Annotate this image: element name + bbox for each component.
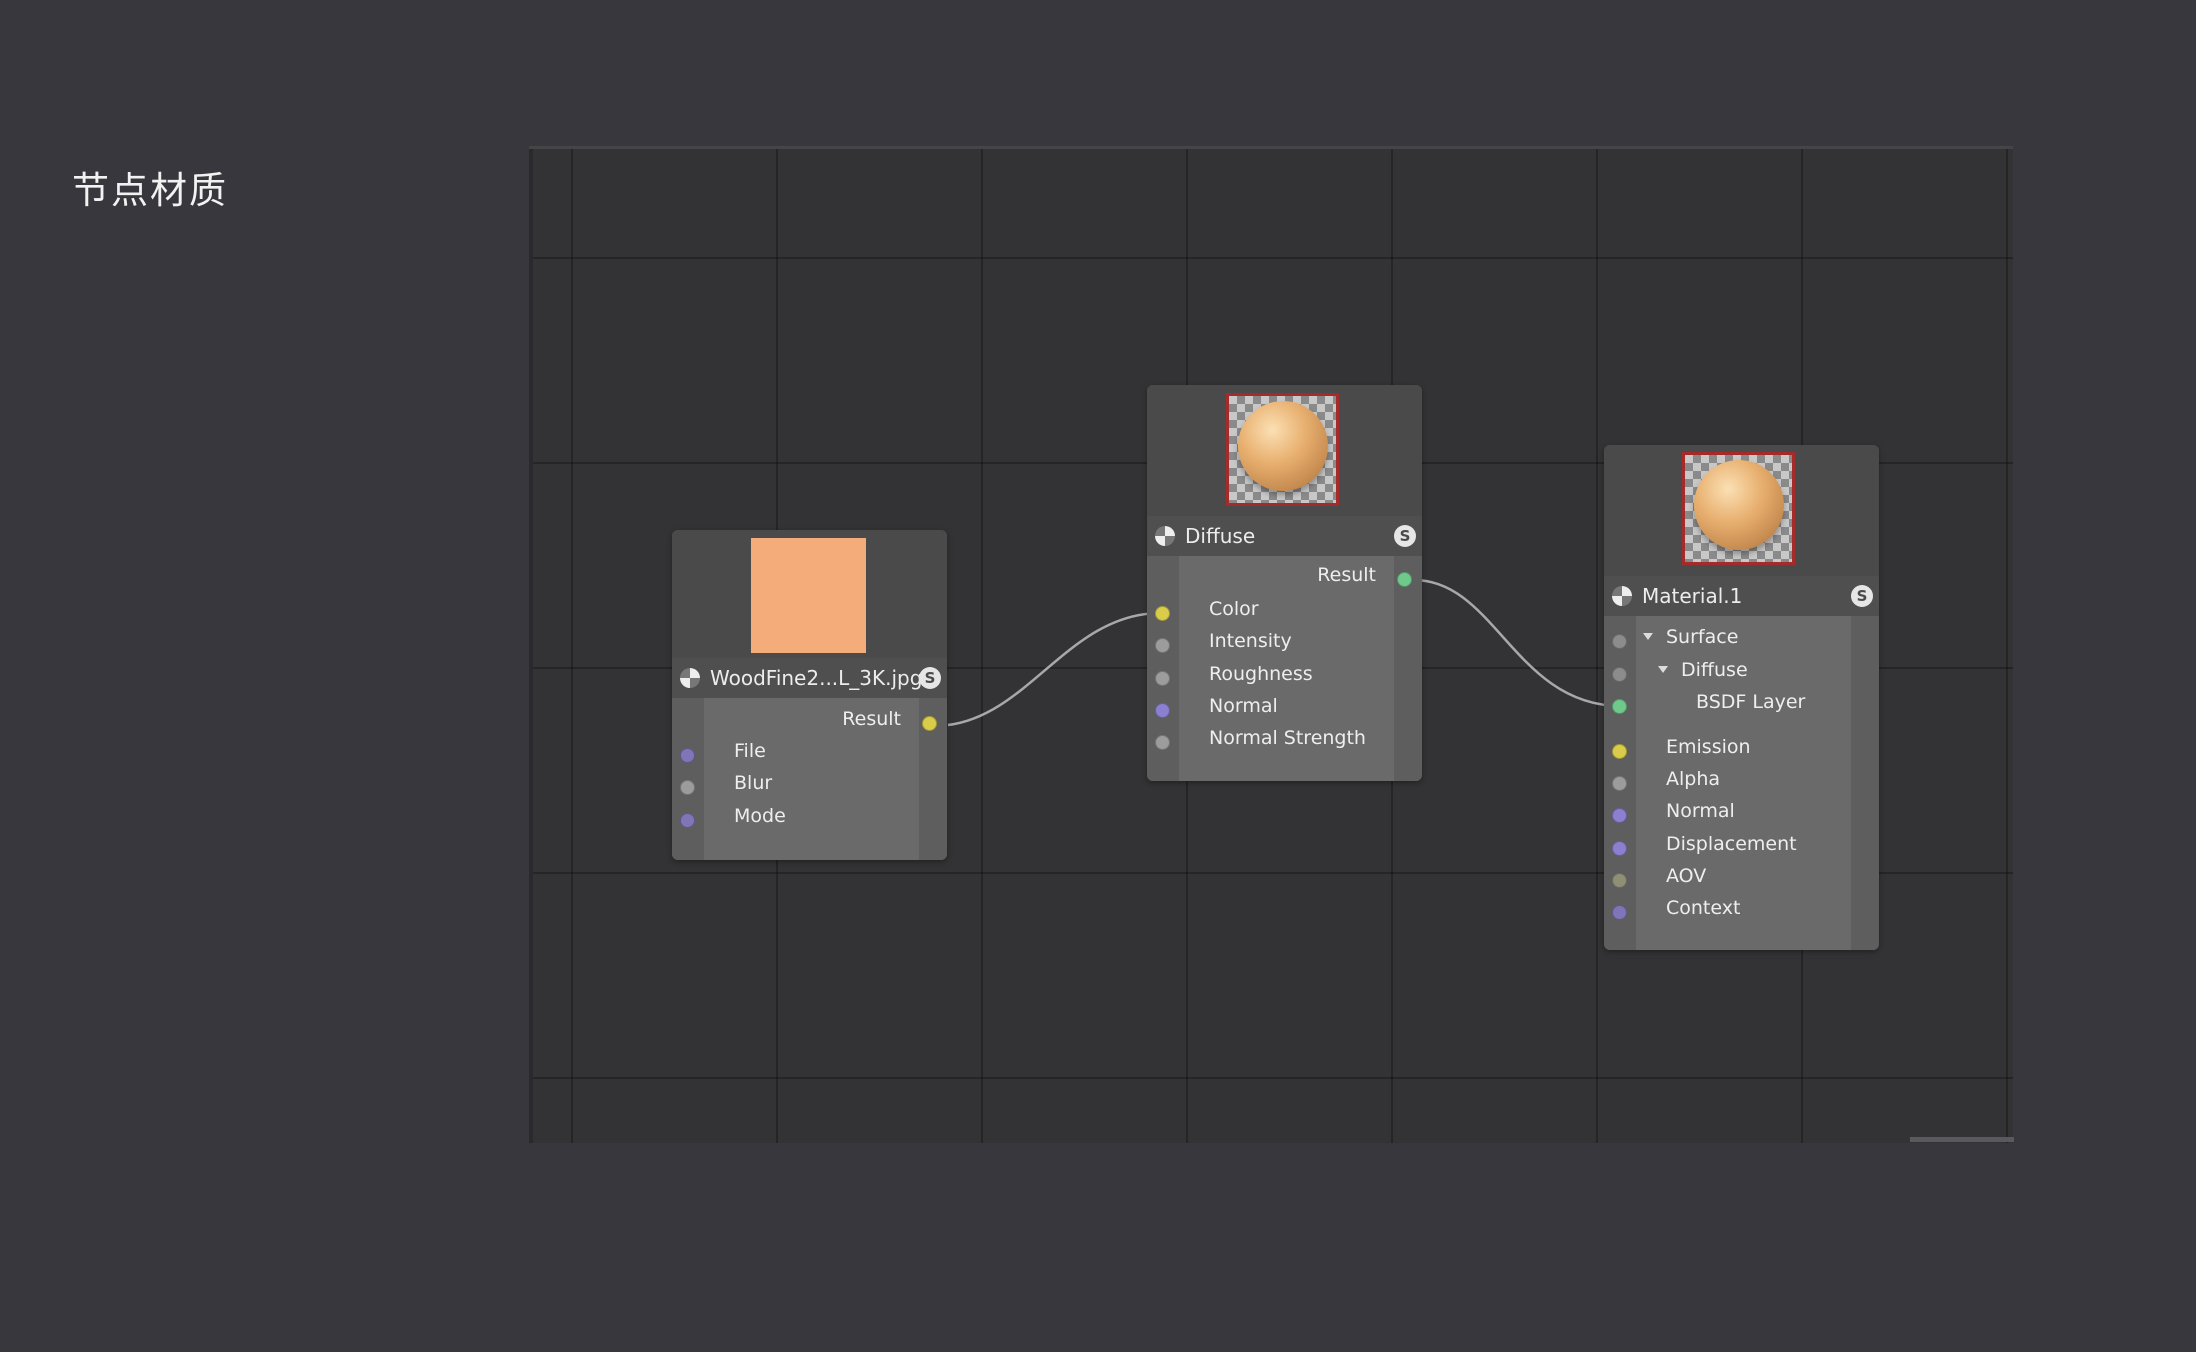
output-port-result[interactable] <box>922 716 937 731</box>
texture-node-body: Result File Blur Mode <box>672 698 947 860</box>
texture-input-row: File <box>704 735 919 767</box>
material-node-body: Surface Diffuse BSDF Layer Emission Alph… <box>1604 616 1879 950</box>
diffuse-material-preview <box>1226 393 1339 506</box>
input-port-bsdf-layer[interactable] <box>1612 699 1627 714</box>
input-port-blur[interactable] <box>680 780 695 795</box>
node-type-icon <box>680 668 700 688</box>
input-port-mode[interactable] <box>680 813 695 828</box>
texture-input-row: Mode <box>704 800 919 832</box>
diffuse-input-row: Color <box>1179 593 1394 625</box>
port-label: Result <box>842 708 901 730</box>
port-label: Normal Strength <box>1209 727 1366 749</box>
diffuse-input-row: Roughness <box>1179 658 1394 690</box>
surface-group-row[interactable]: Surface <box>1636 621 1851 653</box>
node-type-icon <box>1612 586 1632 606</box>
texture-preview-area <box>672 530 947 658</box>
port-label: AOV <box>1666 865 1707 887</box>
material-input-row: Normal <box>1636 795 1851 827</box>
material-input-row: Displacement <box>1636 828 1851 860</box>
input-port-context[interactable] <box>1612 905 1627 920</box>
diffuse-node-header[interactable]: Diffuse S <box>1147 516 1422 556</box>
node-type-icon <box>1155 526 1175 546</box>
port-label: Normal <box>1209 695 1278 717</box>
diffuse-input-row: Normal Strength <box>1179 722 1394 754</box>
input-port-normal-strength[interactable] <box>1155 735 1170 750</box>
input-port-aov[interactable] <box>1612 873 1627 888</box>
solo-badge-icon[interactable]: S <box>1851 585 1873 607</box>
preview-sphere <box>1694 460 1784 550</box>
texture-input-row: Blur <box>704 767 919 799</box>
diffuse-input-row: Normal <box>1179 690 1394 722</box>
material-input-row: Context <box>1636 892 1851 924</box>
material-node-header[interactable]: Material.1 S <box>1604 576 1879 616</box>
port-label: Context <box>1666 897 1741 919</box>
diffuse-input-row: Intensity <box>1179 625 1394 657</box>
input-port-alpha[interactable] <box>1612 776 1627 791</box>
solo-badge-icon[interactable]: S <box>1394 525 1416 547</box>
wood-texture-thumbnail <box>751 538 866 653</box>
input-port-intensity[interactable] <box>1155 638 1170 653</box>
expand-triangle-icon[interactable] <box>1643 633 1653 640</box>
preview-sphere <box>1238 401 1328 491</box>
port-label: Intensity <box>1209 630 1292 652</box>
material-output-node[interactable]: Material.1 S Surface Diffuse BSDF Layer … <box>1604 445 1879 950</box>
port-label: Alpha <box>1666 768 1721 790</box>
solo-badge-icon[interactable]: S <box>919 667 941 689</box>
bsdf-layer-row: BSDF Layer <box>1636 686 1851 718</box>
port-label: Displacement <box>1666 833 1797 855</box>
input-port-color[interactable] <box>1155 606 1170 621</box>
material-input-row: AOV <box>1636 860 1851 892</box>
port-label: Emission <box>1666 736 1751 758</box>
diffuse-node-body: Result Color Intensity Roughness Normal … <box>1147 556 1422 781</box>
port-label: File <box>734 740 766 762</box>
output-port-result[interactable] <box>1397 572 1412 587</box>
diffuse-group-row[interactable]: Diffuse <box>1636 654 1851 686</box>
port-label: Mode <box>734 805 786 827</box>
port-label: Blur <box>734 772 773 794</box>
expand-triangle-icon[interactable] <box>1658 666 1668 673</box>
diffuse-preview-area <box>1147 385 1422 516</box>
port-label: BSDF Layer <box>1696 691 1806 713</box>
material-preview <box>1682 452 1795 565</box>
input-port-file[interactable] <box>680 748 695 763</box>
input-port-normal[interactable] <box>1612 808 1627 823</box>
input-port-roughness[interactable] <box>1155 671 1170 686</box>
material-input-row: Alpha <box>1636 763 1851 795</box>
input-port-diffuse[interactable] <box>1612 667 1627 682</box>
diffuse-node[interactable]: Diffuse S Result Color Intensity Roughne… <box>1147 385 1422 781</box>
material-preview-area <box>1604 445 1879 576</box>
wire-diffuse-to-material-bsdf <box>1413 578 1621 708</box>
port-label: Result <box>1317 564 1376 586</box>
port-label: Roughness <box>1209 663 1313 685</box>
input-port-emission[interactable] <box>1612 744 1627 759</box>
input-port-surface[interactable] <box>1612 634 1627 649</box>
diffuse-node-title: Diffuse <box>1185 524 1256 548</box>
texture-output-row: Result <box>704 703 919 735</box>
port-label: Normal <box>1666 800 1735 822</box>
material-node-title: Material.1 <box>1642 584 1743 608</box>
input-port-displacement[interactable] <box>1612 841 1627 856</box>
wire-texture-to-diffuse-color <box>947 611 1163 727</box>
input-port-normal[interactable] <box>1155 703 1170 718</box>
diffuse-output-row: Result <box>1179 559 1394 591</box>
texture-node-title: WoodFine2...L_3K.jpg <box>710 666 923 690</box>
texture-node-header[interactable]: WoodFine2...L_3K.jpg S <box>672 658 947 698</box>
port-label: Surface <box>1666 626 1739 648</box>
port-label: Diffuse <box>1681 659 1748 681</box>
texture-node[interactable]: WoodFine2...L_3K.jpg S Result File Blur … <box>672 530 947 860</box>
material-input-row: Emission <box>1636 731 1851 763</box>
port-label: Color <box>1209 598 1259 620</box>
